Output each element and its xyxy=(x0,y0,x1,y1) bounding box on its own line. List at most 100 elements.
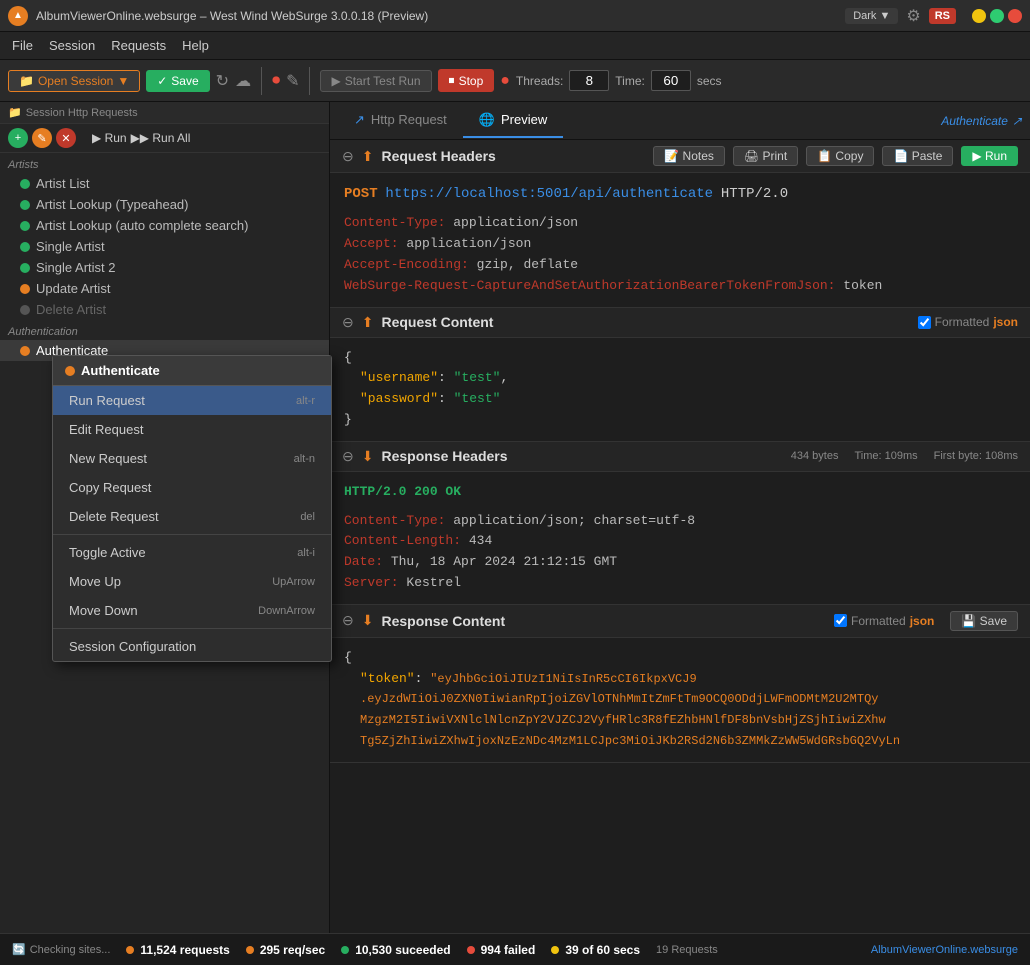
request-content-title: Request Content xyxy=(381,314,909,330)
menu-file[interactable]: File xyxy=(12,38,33,53)
collapse-response-headers[interactable]: ⊖ xyxy=(342,448,354,465)
header-key: Accept-Encoding: xyxy=(344,257,469,272)
edit-request-button[interactable]: ✎ xyxy=(32,128,52,148)
notes-button[interactable]: 📝 Notes xyxy=(653,146,725,166)
sidebar-item-update-artist[interactable]: Update Artist xyxy=(0,278,329,299)
paste-button[interactable]: 📄 Paste xyxy=(882,146,953,166)
secs-label: secs xyxy=(697,74,722,88)
stop-indicator: ● xyxy=(500,72,510,90)
req-per-sec-stat: 295 req/sec xyxy=(246,943,325,957)
record-icon[interactable]: ⏺ xyxy=(272,72,280,90)
menu-session[interactable]: Session xyxy=(49,38,95,53)
sidebar-toolbar: + ✎ ✕ ▶ Run ▶▶ Run All xyxy=(0,124,329,153)
http-version: HTTP/2.0 xyxy=(721,186,788,202)
window-controls xyxy=(972,9,1022,23)
menu-help[interactable]: Help xyxy=(182,38,209,53)
authenticate-link[interactable]: Authenticate ↗ xyxy=(941,114,1022,128)
theme-button[interactable]: Dark ▼ xyxy=(845,8,898,24)
stop-button[interactable]: ⏹ Stop xyxy=(438,69,495,92)
resp-header-key: Content-Type: xyxy=(344,513,445,528)
ctx-toggle-active[interactable]: Toggle Active alt-i xyxy=(53,538,331,567)
open-session-button[interactable]: 📁 Open Session ▼ xyxy=(8,70,140,92)
collapse-request-content[interactable]: ⊖ xyxy=(342,314,354,331)
ctx-divider xyxy=(53,534,331,535)
add-request-button[interactable]: + xyxy=(8,128,28,148)
separator2 xyxy=(309,67,310,95)
threads-input[interactable] xyxy=(569,70,609,91)
header-val: gzip, deflate xyxy=(477,257,578,272)
ctx-copy-request[interactable]: Copy Request xyxy=(53,473,331,502)
sidebar-item-artist-lookup-auto[interactable]: Artist Lookup (auto complete search) xyxy=(0,215,329,236)
upload-icon: ⬆ xyxy=(362,148,374,165)
tab-http-request[interactable]: ↗ Http Request xyxy=(338,104,463,138)
time-input[interactable] xyxy=(651,70,691,91)
ctx-new-request[interactable]: New Request alt-n xyxy=(53,444,331,473)
print-button[interactable]: 🖨 Print xyxy=(733,146,798,166)
formatted-checkbox[interactable] xyxy=(918,316,931,329)
failed-stat: 994 failed xyxy=(467,943,536,957)
user-badge: RS xyxy=(929,8,956,24)
minimize-button[interactable] xyxy=(972,9,986,23)
sidebar-item-delete-artist[interactable]: Delete Artist xyxy=(0,299,329,320)
statusbar: 🔄 Checking sites... 11,524 requests 295 … xyxy=(0,933,1030,965)
run-button-request[interactable]: ▶ Run xyxy=(961,146,1018,166)
sidebar-item-single-artist-2[interactable]: Single Artist 2 xyxy=(0,257,329,278)
copy-button[interactable]: 📋 Copy xyxy=(806,146,874,166)
status-dot xyxy=(20,242,30,252)
sidebar-item-artist-lookup-typeahead[interactable]: Artist Lookup (Typeahead) xyxy=(0,194,329,215)
sidebar-item-artist-list[interactable]: Artist List xyxy=(0,173,329,194)
delete-request-button[interactable]: ✕ xyxy=(56,128,76,148)
ctx-move-down[interactable]: Move Down DownArrow xyxy=(53,596,331,625)
edit-icon[interactable]: ✎ xyxy=(286,71,299,91)
header-val: application/json xyxy=(406,236,531,251)
ctx-delete-request[interactable]: Delete Request del xyxy=(53,502,331,531)
header-key-websurge: WebSurge-Request-CaptureAndSetAuthorizat… xyxy=(344,278,835,293)
collapse-request-headers[interactable]: ⊖ xyxy=(342,148,354,165)
menu-requests[interactable]: Requests xyxy=(111,38,166,53)
requests-count: 19 Requests xyxy=(656,944,718,956)
response-status: HTTP/2.0 200 OK xyxy=(344,482,1016,503)
run-button[interactable]: ▶ Run xyxy=(92,131,127,145)
requests-dot xyxy=(126,946,134,954)
cloud-icon[interactable]: ☁ xyxy=(235,71,251,91)
request-headers-section: ⊖ ⬆ Request Headers 📝 Notes 🖨 Print 📋 Co… xyxy=(330,140,1030,308)
status-dot xyxy=(65,366,75,376)
refresh-icon[interactable]: ↻ xyxy=(216,71,229,91)
header-key: Content-Type: xyxy=(344,215,445,230)
site-link[interactable]: AlbumViewerOnline.websurge xyxy=(871,944,1018,956)
status-dot xyxy=(20,200,30,210)
download-icon: ⬇ xyxy=(362,448,374,465)
ctx-move-up[interactable]: Move Up UpArrow xyxy=(53,567,331,596)
close-button[interactable] xyxy=(1008,9,1022,23)
save-response-button[interactable]: 💾 Save xyxy=(950,611,1018,631)
response-content-header: ⊖ ⬇ Response Content Formatted json 💾 Sa… xyxy=(330,605,1030,638)
succeeded-stat: 10,530 suceeded xyxy=(341,943,450,957)
start-test-button[interactable]: ▶ Start Test Run xyxy=(320,70,431,92)
ctx-run-request[interactable]: Run Request alt-r xyxy=(53,386,331,415)
response-formatted-checkbox[interactable] xyxy=(834,614,847,627)
time-dot xyxy=(551,946,559,954)
sidebar-item-single-artist[interactable]: Single Artist xyxy=(0,236,329,257)
settings-icon[interactable]: ⚙ xyxy=(906,6,920,26)
titlebar: ▲ AlbumViewerOnline.websurge – West Wind… xyxy=(0,0,1030,32)
right-panel: ↗ Http Request 🌐 Preview Authenticate ↗ … xyxy=(330,102,1030,933)
req-per-sec-dot xyxy=(246,946,254,954)
request-headers-title: Request Headers xyxy=(381,148,645,164)
resp-header-val: Thu, 18 Apr 2024 21:12:15 GMT xyxy=(391,554,617,569)
maximize-button[interactable] xyxy=(990,9,1004,23)
http-method: POST xyxy=(344,186,378,202)
time-label: Time: xyxy=(615,74,645,88)
collapse-response-content[interactable]: ⊖ xyxy=(342,612,354,629)
response-headers-header: ⊖ ⬇ Response Headers 434 bytes Time: 109… xyxy=(330,442,1030,472)
ctx-divider2 xyxy=(53,628,331,629)
context-menu-header: Authenticate xyxy=(53,356,331,386)
response-meta: 434 bytes Time: 109ms First byte: 108ms xyxy=(791,450,1018,462)
ctx-edit-request[interactable]: Edit Request xyxy=(53,415,331,444)
response-headers-title: Response Headers xyxy=(381,448,782,464)
tab-preview[interactable]: 🌐 Preview xyxy=(463,104,563,138)
main-area: 📁 Session Http Requests + ✎ ✕ ▶ Run ▶▶ R… xyxy=(0,102,1030,933)
header-val-websurge: token xyxy=(843,278,882,293)
run-all-button[interactable]: ▶▶ Run All xyxy=(131,131,191,145)
ctx-session-config[interactable]: Session Configuration xyxy=(53,632,331,661)
save-button[interactable]: ✓ Save xyxy=(146,70,209,92)
